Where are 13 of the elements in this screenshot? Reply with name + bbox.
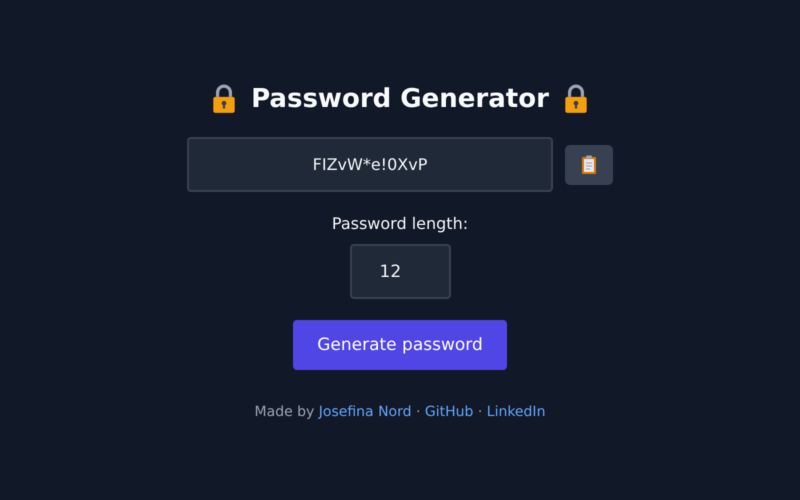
footer-link[interactable]: Josefina Nord: [318, 404, 412, 420]
footer-link[interactable]: GitHub: [424, 404, 474, 420]
lock-icon: [211, 84, 238, 114]
page-title: Password Generator: [251, 84, 549, 114]
password-field[interactable]: FIZvW*e!0XvP: [187, 137, 553, 192]
length-label: Password length:: [332, 214, 468, 234]
footer-link[interactable]: LinkedIn: [486, 404, 546, 420]
clipboard-icon: [581, 154, 597, 174]
generate-button[interactable]: Generate password: [293, 320, 507, 370]
length-field[interactable]: 12: [350, 244, 450, 299]
lock-icon: [562, 84, 589, 114]
copy-button[interactable]: [565, 144, 613, 184]
footer-text: Made by Josefina Nord · GitHub · LinkedIn: [254, 404, 546, 420]
